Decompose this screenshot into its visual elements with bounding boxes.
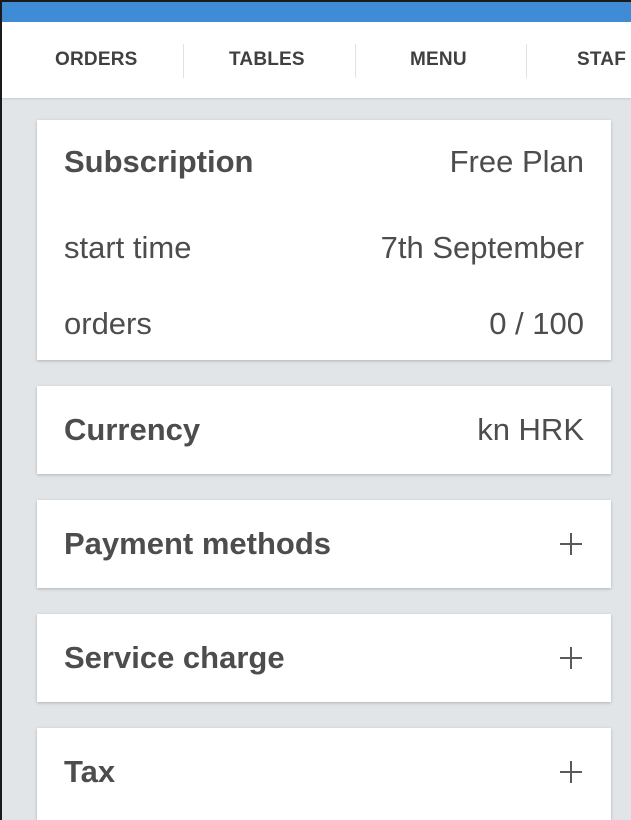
tax-row: Tax: [64, 742, 584, 802]
start-time-label: start time: [64, 230, 192, 265]
plus-icon[interactable]: [560, 533, 582, 555]
tab-tables[interactable]: TABLES: [229, 22, 305, 98]
subscription-plan: Free Plan: [449, 144, 584, 179]
nav-divider: [183, 44, 184, 78]
orders-count: 0 / 100: [489, 306, 584, 341]
service-charge-title: Service charge: [64, 640, 285, 675]
currency-title: Currency: [64, 412, 201, 447]
currency-card[interactable]: Currency kn HRK: [37, 386, 611, 474]
app-frame: ORDERS TABLES MENU STAF Subscription Fre…: [0, 0, 631, 820]
plus-icon[interactable]: [560, 647, 582, 669]
tab-menu[interactable]: MENU: [410, 22, 467, 98]
subscription-title: Subscription: [64, 144, 254, 179]
service-charge-card: Service charge: [37, 614, 611, 702]
top-accent-bar: [2, 2, 631, 22]
subscription-row: Subscription Free Plan: [64, 132, 584, 192]
top-nav: ORDERS TABLES MENU STAF: [2, 22, 631, 98]
tax-title: Tax: [64, 754, 116, 789]
tab-orders[interactable]: ORDERS: [55, 22, 138, 98]
currency-row: Currency kn HRK: [64, 400, 584, 460]
payment-methods-row: Payment methods: [64, 514, 584, 574]
plus-icon[interactable]: [560, 761, 582, 783]
start-time-row: start time 7th September: [64, 218, 584, 278]
start-time-value: 7th September: [380, 230, 584, 265]
orders-row: orders 0 / 100: [64, 294, 584, 354]
payment-methods-card: Payment methods: [37, 500, 611, 588]
service-charge-row: Service charge: [64, 628, 584, 688]
nav-divider: [355, 44, 356, 78]
currency-value: kn HRK: [477, 412, 584, 447]
tab-staff[interactable]: STAF: [577, 22, 626, 98]
subscription-card: Subscription Free Plan start time 7th Se…: [37, 120, 611, 360]
payment-methods-title: Payment methods: [64, 526, 332, 561]
orders-label: orders: [64, 306, 152, 341]
tax-card: Tax: [37, 728, 611, 820]
nav-divider: [526, 44, 527, 78]
